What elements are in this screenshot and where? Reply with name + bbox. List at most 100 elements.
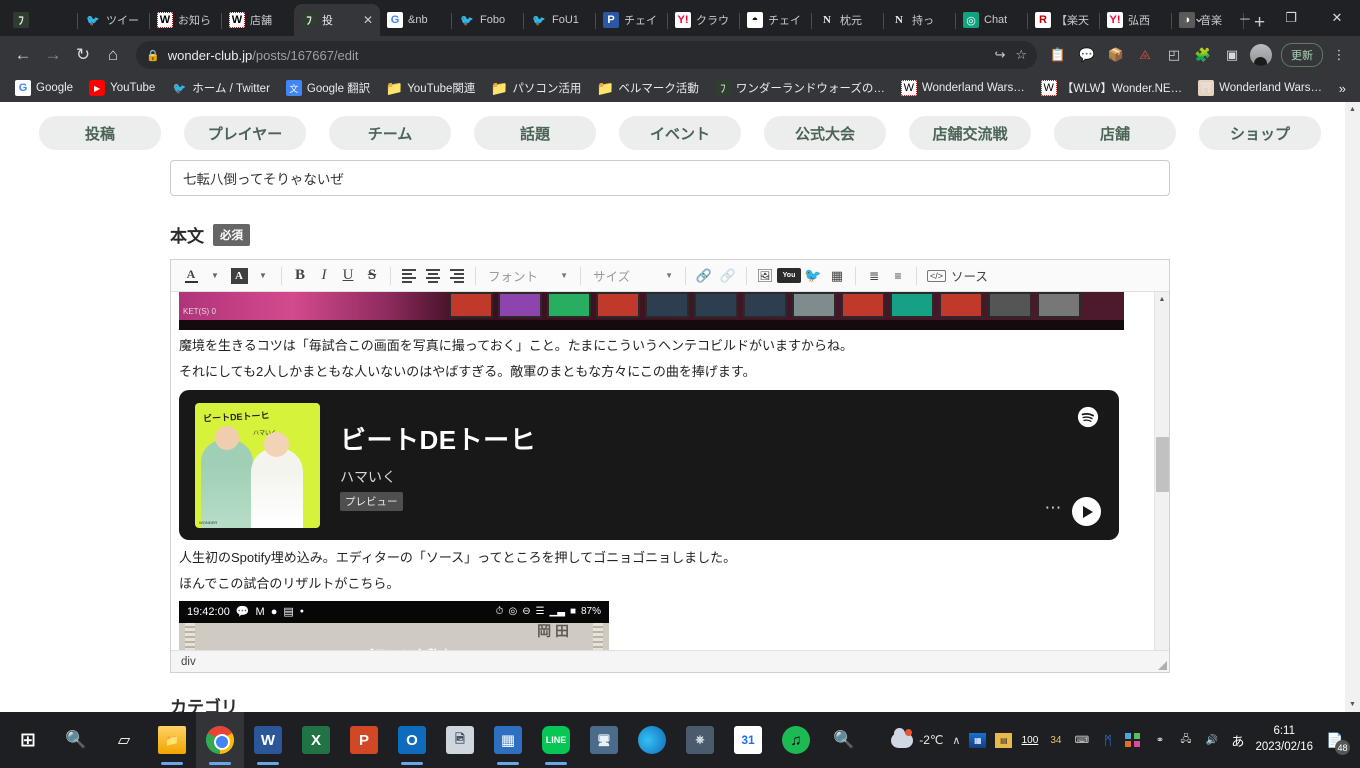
bookmark-item[interactable]: ﾌ ワンダーランドウォーズの…: [708, 77, 892, 99]
close-window-button[interactable]: ✕: [1314, 2, 1360, 34]
scroll-up-icon[interactable]: ▲: [1155, 292, 1169, 307]
italic-button[interactable]: I: [312, 264, 336, 288]
edge-button[interactable]: [628, 712, 676, 768]
photos-button[interactable]: 🖻: [436, 712, 484, 768]
sidepanel-icon[interactable]: ▣: [1219, 42, 1245, 68]
extensions-puzzle-icon[interactable]: 🧩: [1190, 42, 1216, 68]
ime-mode-icon[interactable]: あ: [1229, 733, 1246, 749]
bookmark-star-icon[interactable]: ☆: [1015, 47, 1027, 63]
bookmark-item[interactable]: 📁 パソコン活用: [484, 77, 588, 99]
post-title-input[interactable]: 七転八倒ってそりゃないぜ: [170, 160, 1170, 196]
background-color-button[interactable]: A: [227, 264, 251, 288]
bookmark-item[interactable]: 📁 ベルマーク活動: [590, 77, 706, 99]
editor-scrollbar[interactable]: ▲: [1154, 292, 1169, 650]
browser-tab[interactable]: Y! クラウ: [668, 4, 740, 36]
numbered-list-icon[interactable]: ≣: [862, 264, 886, 288]
nav-pill-events[interactable]: イベント: [619, 116, 741, 150]
colordots-extension-icon[interactable]: ⨹: [1132, 42, 1158, 68]
bookmark-item[interactable]: W Wonderland Wars…: [894, 77, 1032, 99]
nav-pill-stores[interactable]: 店舗: [1054, 116, 1176, 150]
chrome-button[interactable]: [196, 712, 244, 768]
excel-button[interactable]: X: [292, 712, 340, 768]
history-tray-icon[interactable]: ▤: [995, 732, 1013, 748]
update-button[interactable]: 更新: [1281, 43, 1323, 67]
nav-pill-posts[interactable]: 投稿: [39, 116, 161, 150]
browser-tab[interactable]: N 枕元: [812, 4, 884, 36]
bold-button[interactable]: B: [288, 264, 312, 288]
spotify-button[interactable]: ♫: [772, 712, 820, 768]
taskbar-search-icon[interactable]: 🔍: [820, 712, 868, 768]
notification-center-button[interactable]: 📄 48: [1322, 727, 1350, 755]
blue-chat-extension-icon[interactable]: 💬: [1074, 42, 1100, 68]
powerpoint-button[interactable]: P: [340, 712, 388, 768]
forward-button[interactable]: →: [38, 40, 68, 70]
browser-tab[interactable]: G &nb: [380, 4, 452, 36]
share-icon[interactable]: ↪: [994, 47, 1005, 63]
weather-widget[interactable]: -2℃: [891, 727, 943, 748]
font-size-select[interactable]: サイズ ▼: [587, 264, 679, 288]
line-button[interactable]: LINE: [532, 712, 580, 768]
twitter-icon[interactable]: 🐦: [801, 264, 825, 288]
bluetooth-tray-icon[interactable]: ᛗ: [1099, 733, 1116, 748]
browser-tab[interactable]: 🐦 FoU1: [524, 4, 596, 36]
browser-tab[interactable]: 🐦 ツイー: [78, 4, 150, 36]
browser-tab[interactable]: ﾌ: [6, 4, 78, 36]
task-view-button[interactable]: ▱: [100, 712, 148, 768]
element-path[interactable]: div: [181, 656, 196, 668]
tray-overflow-button[interactable]: ∧: [952, 734, 960, 747]
pip-extension-icon[interactable]: ◰: [1161, 42, 1187, 68]
calendar-button[interactable]: 31: [724, 712, 772, 768]
volume-tray-icon[interactable]: 🔊: [1203, 733, 1220, 748]
browser-tab-active[interactable]: ﾌ 投 ✕: [294, 4, 380, 36]
outlook-button[interactable]: O: [388, 712, 436, 768]
table-icon[interactable]: ▦: [825, 264, 849, 288]
bookmarks-overflow-button[interactable]: »: [1333, 81, 1352, 96]
link-icon[interactable]: 🔗: [692, 264, 716, 288]
browser-tab[interactable]: R 【楽天: [1028, 4, 1100, 36]
browser-tab[interactable]: W お知ら: [150, 4, 222, 36]
tab-search-icon[interactable]: ⌄: [1176, 2, 1222, 34]
file-explorer-button[interactable]: 📁: [148, 712, 196, 768]
strikethrough-button[interactable]: S: [360, 264, 384, 288]
page-scroll-track[interactable]: [1345, 117, 1360, 697]
home-button[interactable]: ⌂: [98, 40, 128, 70]
bookmark-item[interactable]: ▶ YouTube: [82, 77, 162, 99]
browser-tab[interactable]: P チェイ: [596, 4, 668, 36]
word-button[interactable]: W: [244, 712, 292, 768]
nav-pill-teams[interactable]: チーム: [329, 116, 451, 150]
page-scroll-up-icon[interactable]: ▲: [1345, 102, 1360, 117]
start-button[interactable]: ⊞: [4, 712, 52, 768]
store-button[interactable]: ▦: [484, 712, 532, 768]
more-options-icon[interactable]: ⋯: [1045, 498, 1064, 518]
network-tray-icon[interactable]: 🖧: [1177, 733, 1194, 748]
nav-pill-topics[interactable]: 話題: [474, 116, 596, 150]
bookmark-item[interactable]: 文 Google 翻訳: [279, 77, 377, 99]
bookmark-item[interactable]: G Google: [8, 77, 80, 99]
calculator-button[interactable]: ⎈: [676, 712, 724, 768]
align-right-icon[interactable]: [445, 264, 469, 288]
browser-tab[interactable]: ◓ チェイ: [740, 4, 812, 36]
maximize-button[interactable]: ❐: [1268, 2, 1314, 34]
text-color-button[interactable]: A: [179, 264, 203, 288]
underline-button[interactable]: U: [336, 264, 360, 288]
nav-pill-official-tournament[interactable]: 公式大会: [764, 116, 886, 150]
zoom-100-tray-icon[interactable]: 100: [1021, 733, 1039, 748]
ime-tray-icon[interactable]: ▦: [969, 732, 987, 748]
minimize-button[interactable]: ─: [1222, 2, 1268, 34]
avatar[interactable]: [1248, 42, 1274, 68]
browser-tab[interactable]: Y! 弘西: [1100, 4, 1172, 36]
youtube-icon[interactable]: You: [777, 268, 801, 283]
remote-desktop-button[interactable]: 🖥: [580, 712, 628, 768]
editor-body[interactable]: KET(S) 0 魔境を生きるコツは「毎試合この画面を写真に撮っておく」こと。た…: [171, 292, 1169, 650]
bookmark-item[interactable]: 📁 YouTube関連: [379, 77, 482, 99]
browser-tab[interactable]: 🐦 Fobo: [452, 4, 524, 36]
address-bar[interactable]: 🔒 wonder-club.jp/posts/167667/edit ↪ ☆: [136, 41, 1037, 69]
usb-tray-icon[interactable]: ⚭: [1151, 733, 1168, 748]
bookmark-item[interactable]: ⛩ Wonderland Wars…: [1191, 77, 1329, 99]
bookmark-item[interactable]: W 【WLW】Wonder.NE…: [1034, 77, 1189, 99]
background-color-dropdown-icon[interactable]: ▼: [251, 264, 275, 288]
count-34-tray-icon[interactable]: 34: [1047, 733, 1064, 748]
browser-menu-button[interactable]: ⋮: [1326, 42, 1352, 68]
align-center-icon[interactable]: [421, 264, 445, 288]
editor-content[interactable]: KET(S) 0 魔境を生きるコツは「毎試合この画面を写真に撮っておく」こと。た…: [171, 292, 1141, 650]
